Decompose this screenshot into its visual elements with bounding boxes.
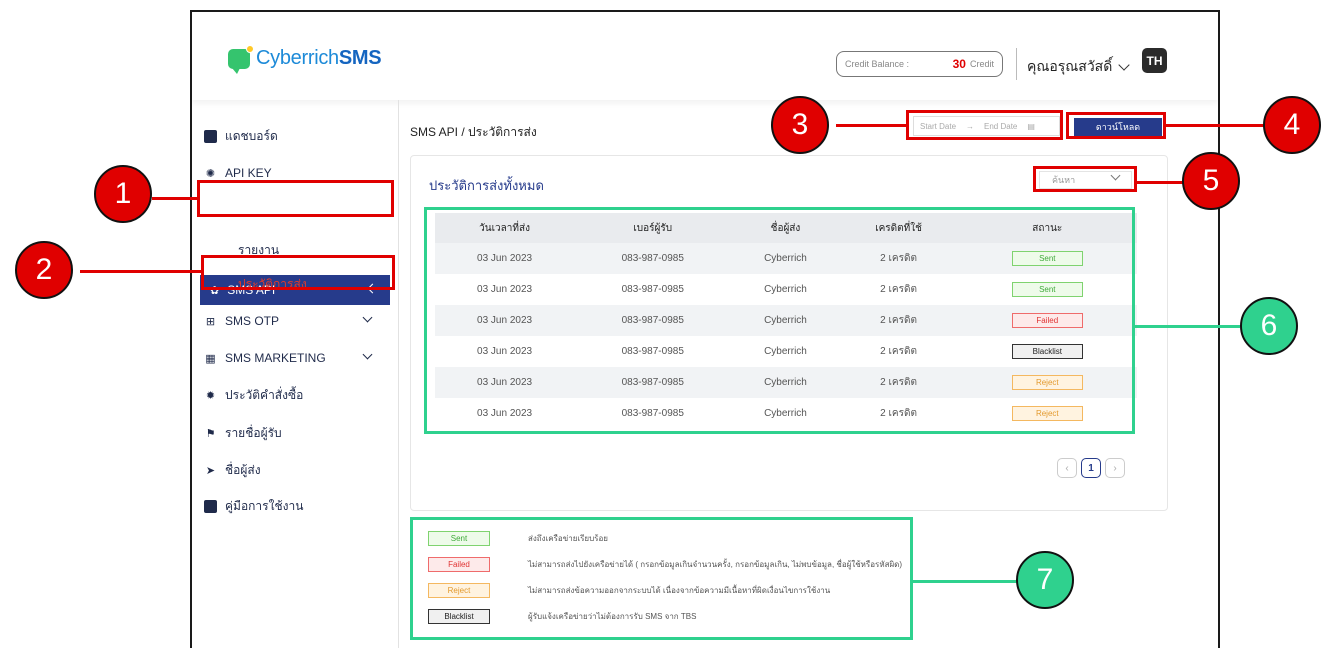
sidebar-item-label: แดชบอร์ด	[225, 128, 278, 143]
sidebar-item-label: ชื่อผู้ส่ง	[225, 462, 261, 477]
callout-2: 2	[15, 241, 73, 299]
card-title: ประวัติการส่งทั้งหมด	[429, 178, 544, 193]
sidebar-item-sms-otp[interactable]: ⊞ SMS OTP	[204, 310, 384, 332]
callout-7: 7	[1016, 551, 1074, 609]
marketing-icon: ▦	[205, 352, 216, 365]
sidebar-item-label: SMS OTP	[225, 314, 280, 328]
prev-page-button[interactable]: ‹	[1057, 458, 1077, 478]
sidebar-item-label: คู่มือการใช้งาน	[225, 498, 304, 513]
highlight-box-4	[1066, 112, 1166, 139]
otp-icon: ⊞	[205, 315, 216, 328]
key-icon: ✺	[205, 167, 216, 180]
next-page-button[interactable]: ›	[1105, 458, 1125, 478]
sidebar-item-label: API KEY	[225, 166, 272, 180]
sidebar-item-recipients[interactable]: ⚑ รายชื่อผู้รับ	[204, 422, 282, 444]
sidebar-item-dashboard[interactable]: แดชบอร์ด	[204, 125, 278, 147]
sidebar-item-label: SMS MARKETING	[225, 351, 326, 365]
dashboard-icon	[204, 129, 217, 143]
connector-3	[836, 124, 907, 127]
pagination: ‹ 1 ›	[1057, 458, 1125, 478]
credit-label: Credit Balance :	[845, 59, 910, 69]
chevron-down-icon	[362, 349, 373, 360]
highlight-box-5	[1033, 166, 1137, 192]
send-icon: ➤	[205, 464, 216, 477]
callout-3: 3	[771, 96, 829, 154]
credit-unit: Credit	[969, 59, 994, 69]
sidebar-item-label: รายชื่อผู้รับ	[225, 425, 282, 440]
breadcrumb: SMS API / ประวัติการส่ง	[410, 125, 537, 139]
language-switch[interactable]: TH	[1142, 48, 1167, 73]
chevron-down-icon	[362, 312, 373, 323]
highlight-box-1	[197, 180, 394, 217]
top-header: CyberrichSMS Credit Balance : 30 Credit …	[192, 12, 1218, 100]
page-number[interactable]: 1	[1081, 458, 1101, 478]
header-divider	[1016, 48, 1017, 80]
user-menu[interactable]: คุณอรุณสวัสดิ์	[1027, 56, 1130, 78]
connector-1	[152, 197, 198, 200]
highlight-box-2	[201, 255, 395, 290]
highlight-box-7	[410, 517, 913, 640]
connector-7	[913, 580, 1018, 583]
connector-6	[1135, 325, 1240, 328]
credit-balance: Credit Balance : 30 Credit	[836, 51, 1003, 77]
callout-4: 4	[1263, 96, 1321, 154]
credit-value: 30	[952, 57, 966, 71]
connector-5	[1137, 181, 1183, 184]
logo[interactable]: CyberrichSMS	[228, 44, 382, 74]
sidebar-item-sms-marketing[interactable]: ▦ SMS MARKETING	[204, 347, 384, 369]
contacts-icon: ⚑	[205, 427, 216, 440]
highlight-box-3	[906, 110, 1063, 140]
connector-2	[80, 270, 202, 273]
sidebar-item-order-history[interactable]: ✹ ประวัติคำสั่งซื้อ	[204, 384, 303, 406]
callout-6: 6	[1240, 297, 1298, 355]
gear-icon: ✹	[205, 389, 216, 402]
connector-4	[1165, 124, 1270, 127]
book-icon	[204, 499, 217, 513]
sidebar-item-manual[interactable]: คู่มือการใช้งาน	[204, 495, 303, 517]
highlight-box-6	[424, 207, 1135, 434]
chevron-down-icon	[1118, 59, 1130, 71]
logo-text: CyberrichSMS	[256, 47, 382, 69]
sidebar-item-label: ประวัติคำสั่งซื้อ	[225, 387, 304, 402]
callout-1: 1	[94, 165, 152, 223]
annotated-screenshot: CyberrichSMS Credit Balance : 30 Credit …	[0, 0, 1332, 648]
user-name: คุณอรุณสวัสดิ์	[1027, 58, 1113, 74]
chat-bubble-icon	[228, 44, 254, 74]
callout-5: 5	[1182, 152, 1240, 210]
sidebar-item-sender-name[interactable]: ➤ ชื่อผู้ส่ง	[204, 459, 261, 481]
